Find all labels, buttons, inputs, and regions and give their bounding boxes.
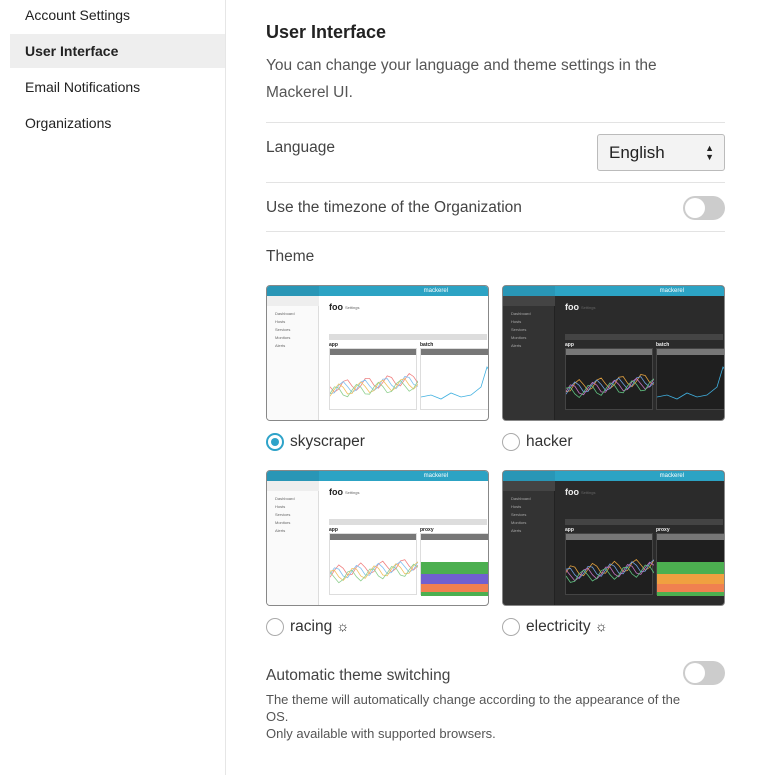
- theme-preview-skyscraper[interactable]: mackerel Dashboard Hosts Services Monitors A…: [266, 285, 489, 421]
- theme-radio-racing[interactable]: [266, 618, 284, 636]
- theme-radio-electricity[interactable]: [502, 618, 520, 636]
- sidebar: Account Settings User Interface Email No…: [0, 0, 226, 775]
- auto-theme-toggle[interactable]: [683, 661, 725, 685]
- preview-host: foo: [329, 302, 343, 312]
- preview-host: foo: [565, 487, 579, 497]
- preview-nav-item: Monitors: [275, 335, 291, 340]
- preview-line: [566, 559, 654, 580]
- theme-label-hacker[interactable]: hacker: [526, 433, 573, 451]
- select-arrows-icon: ▲ ▼: [705, 143, 714, 162]
- preview-nav-item: Monitors: [275, 520, 291, 525]
- theme-name: racing: [290, 618, 333, 635]
- theme-name: hacker: [526, 433, 573, 450]
- preview-settings: Settings: [581, 305, 596, 310]
- page-title: User Interface: [266, 22, 387, 42]
- preview-toolbar: [329, 519, 487, 525]
- preview-nav-item: Alerts: [275, 528, 286, 533]
- sidebar-item-organizations[interactable]: Organizations: [10, 106, 225, 140]
- preview-header: mackerel: [503, 471, 724, 481]
- preview-nav: Dashboard Hosts Services Monitors Alerts: [267, 481, 319, 605]
- divider: [266, 122, 725, 123]
- preview-nav-item: Dashboard: [275, 311, 295, 316]
- timezone-label: Use the timezone of the Organization: [266, 199, 522, 216]
- preview-settings: Settings: [345, 305, 360, 310]
- preview-nav-item: Services: [275, 512, 291, 517]
- preview-graph: [420, 348, 488, 410]
- preview-nav-item: Dashboard: [275, 496, 295, 501]
- preview-header: mackerel: [503, 286, 724, 296]
- sidebar-item-email-notifications[interactable]: Email Notifications: [10, 70, 225, 104]
- theme-label-electricity[interactable]: electricity ☼: [526, 618, 608, 636]
- auto-brightness-icon: ☼: [594, 618, 608, 634]
- divider: [266, 182, 725, 183]
- theme-preview-electricity[interactable]: mackerel Dashboard Hosts Services Monitors A…: [502, 470, 725, 606]
- preview-graph: [329, 533, 418, 595]
- preview-nav-item: Services: [511, 512, 527, 517]
- preview-host: foo: [565, 302, 579, 312]
- preview-nav-item: Hosts: [511, 504, 522, 509]
- auto-brightness-icon: ☼: [336, 618, 350, 634]
- preview-graph: [565, 533, 654, 595]
- timezone-toggle[interactable]: [683, 196, 725, 220]
- preview-nav-item: Alerts: [511, 528, 522, 533]
- preview-graph: [565, 348, 654, 410]
- preview-settings: Settings: [581, 490, 596, 495]
- preview-graph: [420, 533, 488, 596]
- theme-name: skyscraper: [290, 433, 365, 450]
- preview-line: [566, 377, 654, 396]
- note-line: Only available with supported browsers.: [266, 726, 496, 741]
- theme-radio-skyscraper[interactable]: [266, 433, 284, 451]
- theme-label: Theme: [266, 248, 315, 265]
- preview-nav-item: Dashboard: [511, 496, 531, 501]
- auto-theme-label: Automatic theme switching: [266, 667, 451, 684]
- theme-label-racing[interactable]: racing ☼: [290, 618, 349, 636]
- page-description: You can change your language and theme s…: [266, 57, 657, 101]
- preview-nav-item: Dashboard: [511, 311, 531, 316]
- preview-toolbar: [565, 334, 723, 340]
- language-value: English: [609, 143, 665, 162]
- sidebar-item-account-settings[interactable]: Account Settings: [10, 0, 225, 32]
- preview-graph: [656, 533, 724, 596]
- preview-nav-item: Monitors: [511, 520, 527, 525]
- preview-host: foo: [329, 487, 343, 497]
- theme-preview-racing[interactable]: mackerel Dashboard Hosts Services Monitors A…: [266, 470, 489, 606]
- preview-toolbar: [329, 334, 487, 340]
- preview-line: [330, 379, 418, 398]
- preview-nav: Dashboard Hosts Services Monitors Alerts: [503, 296, 555, 420]
- language-label: Language: [266, 139, 335, 156]
- preview-nav-item: Hosts: [511, 319, 522, 324]
- preview-nav: Dashboard Hosts Services Monitors Alerts: [267, 296, 319, 420]
- language-select[interactable]: English ▲ ▼: [597, 134, 725, 171]
- preview-settings: Settings: [345, 490, 360, 495]
- sidebar-item-user-interface[interactable]: User Interface: [10, 34, 225, 68]
- theme-radio-hacker[interactable]: [502, 433, 520, 451]
- preview-nav-item: Hosts: [275, 319, 286, 324]
- theme-preview-hacker[interactable]: mackerel Dashboard Hosts Services Monitors A…: [502, 285, 725, 421]
- divider: [266, 231, 725, 232]
- preview-graph: [656, 348, 724, 410]
- preview-brand: mackerel: [423, 473, 448, 479]
- preview-nav: Dashboard Hosts Services Monitors Alerts: [503, 481, 555, 605]
- preview-nav-item: Alerts: [275, 343, 286, 348]
- theme-label-skyscraper[interactable]: skyscraper: [290, 433, 365, 451]
- preview-header: mackerel: [267, 471, 488, 481]
- preview-header: mackerel: [267, 286, 488, 296]
- preview-nav-item: Services: [275, 327, 291, 332]
- auto-theme-note: The theme will automatically change acco…: [266, 691, 706, 742]
- preview-brand: mackerel: [659, 288, 684, 294]
- preview-nav-item: Monitors: [511, 335, 527, 340]
- preview-nav-item: Services: [511, 327, 527, 332]
- theme-name: electricity: [526, 618, 591, 635]
- preview-graph: [329, 348, 418, 410]
- preview-nav-item: Hosts: [275, 504, 286, 509]
- preview-nav-item: Alerts: [511, 343, 522, 348]
- preview-brand: mackerel: [423, 288, 448, 294]
- preview-brand: mackerel: [659, 473, 684, 479]
- preview-toolbar: [565, 519, 723, 525]
- note-line: The theme will automatically change acco…: [266, 692, 681, 724]
